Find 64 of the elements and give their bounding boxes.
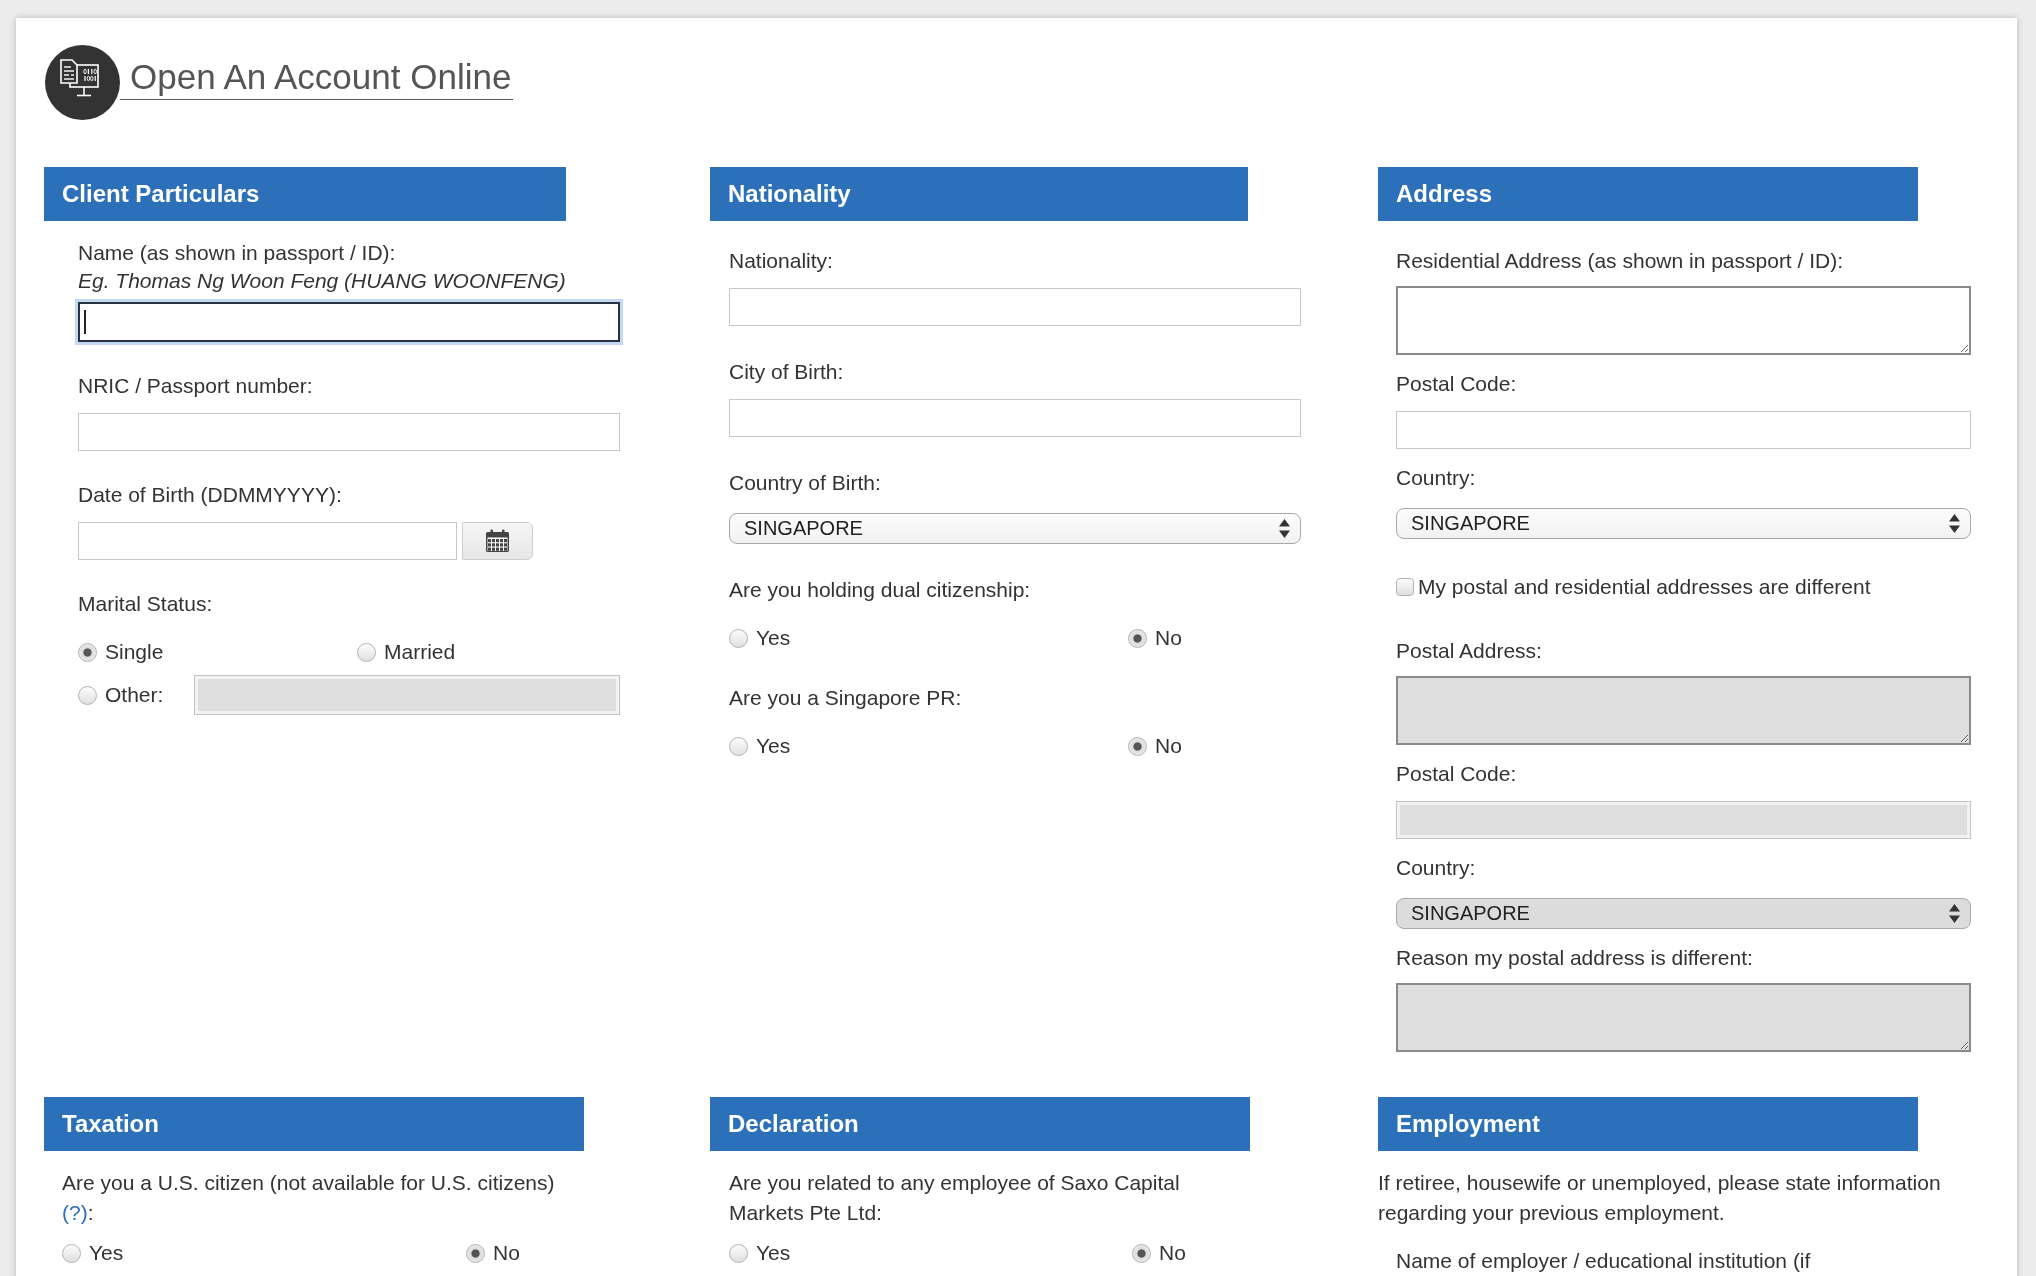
help-link[interactable]: (?) <box>62 1201 88 1224</box>
field-label: Are you a Singapore PR: <box>729 685 962 711</box>
radio-button[interactable] <box>729 736 748 756</box>
field-label: Nationality: <box>729 248 833 274</box>
section-header: Client Particulars <box>44 167 566 221</box>
field-label: Country of Birth: <box>729 470 881 496</box>
radio-label: Yes <box>756 1240 791 1266</box>
field-label: Are you holding dual citizenship: <box>729 577 1031 603</box>
field-label: Reason my postal address is different: <box>1396 945 1753 971</box>
up-down-arrows-icon <box>1949 514 1960 533</box>
field-label: Are you a U.S. citizen (not available for U.S. citizens) (?): <box>62 1170 556 1226</box>
field-label: Are you related to any employee of Saxo Capital Markets Pte Ltd: <box>729 1170 1181 1226</box>
field-label: Postal Address: <box>1396 638 1542 664</box>
section-header: Declaration <box>710 1097 1250 1151</box>
computer-document-icon <box>45 45 120 120</box>
field-hint: Eg. Thomas Ng Woon Feng (HUANG WOONFENG) <box>78 268 566 294</box>
section-header: Taxation <box>44 1097 584 1151</box>
checkbox-label: My postal and residential addresses are different <box>1418 574 1871 600</box>
section-header: Address <box>1378 167 1918 221</box>
radio-button[interactable] <box>1128 736 1147 756</box>
radio-label: No <box>1155 625 1182 651</box>
radio-label: Other: <box>105 682 164 708</box>
field-label: Name (as shown in passport / ID): <box>78 240 396 266</box>
radio-button[interactable] <box>466 1243 485 1263</box>
radio-label: No <box>493 1240 520 1266</box>
field-label: Country: <box>1396 465 1476 491</box>
field-label: Date of Birth (DDMMYYYY): <box>78 482 342 508</box>
text-field[interactable] <box>78 302 620 342</box>
section-header: Nationality <box>710 167 1248 221</box>
radio-button[interactable] <box>1128 628 1147 648</box>
info-text: If retiree, housewife or unemployed, please state information regarding your previous employment. <box>1378 1170 1942 1226</box>
radio-label: Single <box>105 639 164 665</box>
text-area-field[interactable] <box>1396 286 1971 355</box>
radio-label: Yes <box>756 733 791 759</box>
up-down-arrows-icon <box>1949 904 1960 923</box>
radio-button[interactable] <box>78 642 97 662</box>
field-label: Country: <box>1396 855 1476 881</box>
field-label: City of Birth: <box>729 359 844 385</box>
field-label: NRIC / Passport number: <box>78 373 313 399</box>
radio-label: No <box>1159 1240 1186 1266</box>
radio-label: No <box>1155 733 1182 759</box>
radio-label: Married <box>384 639 456 665</box>
field-label: Residential Address (as shown in passport / ID): <box>1396 248 1844 274</box>
up-down-arrows-icon <box>1279 519 1290 538</box>
radio-button[interactable] <box>62 1243 81 1263</box>
section-header: Employment <box>1378 1097 1918 1151</box>
calendar-button[interactable] <box>462 522 533 560</box>
calendar-icon <box>485 529 510 553</box>
radio-button[interactable] <box>1132 1243 1151 1263</box>
field-label: Marital Status: <box>78 591 213 617</box>
field-label: Postal Code: <box>1396 761 1517 787</box>
radio-label: Yes <box>756 625 791 651</box>
radio-button[interactable] <box>729 1243 748 1263</box>
field-label: Postal Code: <box>1396 371 1517 397</box>
radio-label: Yes <box>89 1240 124 1266</box>
radio-button[interactable] <box>78 685 97 705</box>
date-field[interactable] <box>78 522 457 560</box>
radio-button[interactable] <box>357 642 376 662</box>
page-title[interactable]: Open An Account Online <box>120 57 514 100</box>
dropdown-select[interactable]: SINGAPORE <box>729 513 1301 544</box>
checkbox[interactable] <box>1396 578 1414 596</box>
dropdown-select[interactable]: SINGAPORE <box>1396 508 1971 539</box>
field-label: Name of employer / educational institution (if <box>1396 1248 1812 1274</box>
radio-button[interactable] <box>729 628 748 648</box>
